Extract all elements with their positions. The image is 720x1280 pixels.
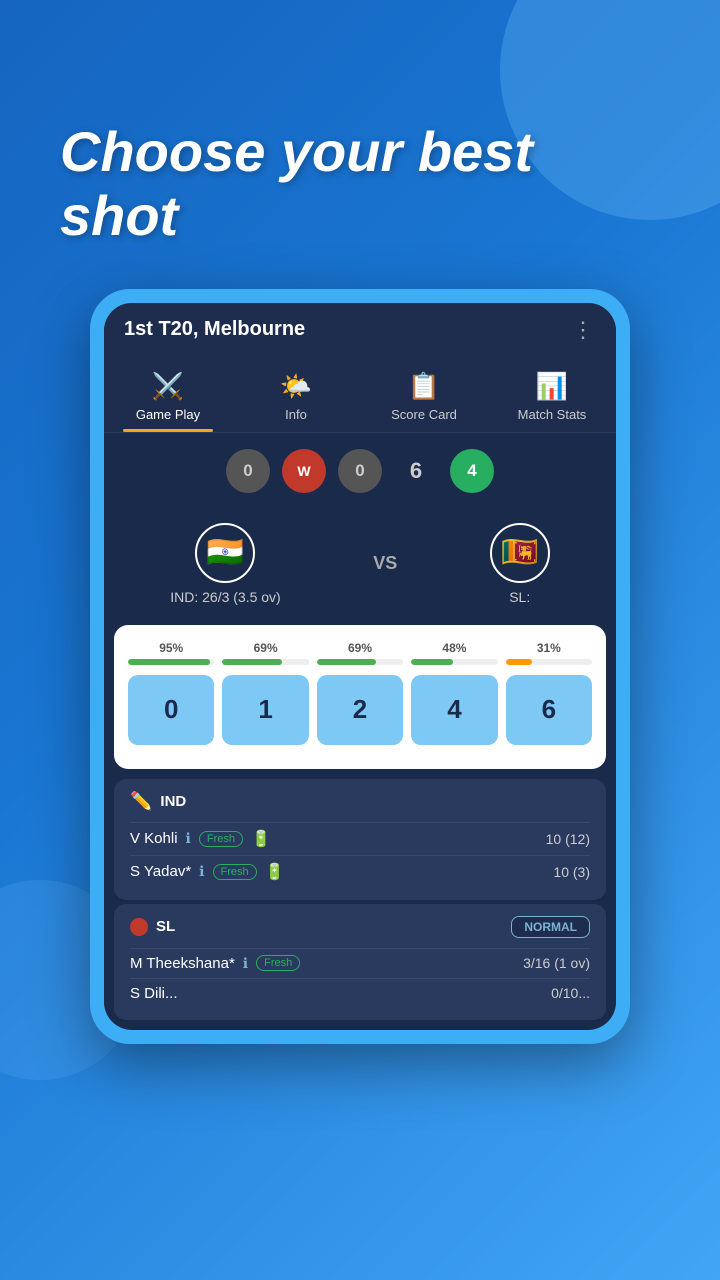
phone-shell: 1st T20, Melbourne ⋮ ⚔️ Game Play 🌤️ Inf… (90, 289, 630, 1044)
shot-btn-2[interactable]: 2 (317, 675, 403, 745)
ind-team-header: ✏️ IND (130, 791, 590, 812)
sl-header: SL NORMAL (130, 916, 590, 938)
nav-tabs: ⚔️ Game Play 🌤️ Info 📋 Score Card 📊 Matc… (104, 357, 616, 433)
kohli-info-icon: ℹ (186, 830, 191, 847)
vs-label: VS (373, 553, 397, 574)
ind-flag: 🇮🇳 (195, 523, 255, 583)
tab-gameplay[interactable]: ⚔️ Game Play (104, 357, 232, 432)
shot-bar-track-1 (222, 659, 308, 665)
yadav-info-icon: ℹ (199, 863, 204, 880)
sl-score: SL: (509, 589, 530, 605)
player-row-yadav: S Yadav* ℹ Fresh 🔋 10 (3) (130, 855, 590, 888)
shot-section: 95% 0 69% 1 69% (114, 625, 606, 769)
shot-col-2: 69% 2 (313, 641, 407, 745)
yadav-info: S Yadav* ℹ Fresh 🔋 (130, 862, 285, 882)
kohli-fresh-badge: Fresh (199, 831, 243, 847)
dili-score: 0/10... (551, 985, 590, 1001)
ball-0-first: 0 (226, 449, 270, 493)
yadav-battery-icon: 🔋 (265, 862, 285, 882)
tab-matchstats[interactable]: 📊 Match Stats (488, 357, 616, 432)
tab-gameplay-label: Game Play (136, 407, 200, 422)
ball-row: 0 W 0 6 4 (104, 433, 616, 509)
teams-section: 🇮🇳 IND: 26/3 (3.5 ov) VS 🇱🇰 SL: (104, 509, 616, 615)
theekshana-info: M Theekshana* ℹ Fresh (130, 955, 300, 972)
shot-btn-6[interactable]: 6 (506, 675, 592, 745)
player-row-theekshana: M Theekshana* ℹ Fresh 3/16 (1 ov) (130, 948, 590, 978)
yadav-name: S Yadav* (130, 863, 191, 880)
scorecard-icon: 📋 (408, 371, 440, 402)
shot-pct-6: 31% (537, 641, 561, 655)
tab-matchstats-label: Match Stats (518, 407, 587, 422)
match-header: 1st T20, Melbourne ⋮ (104, 303, 616, 357)
shot-btn-1[interactable]: 1 (222, 675, 308, 745)
dili-info: S Dili... (130, 985, 178, 1002)
theekshana-fresh-badge: Fresh (256, 955, 300, 971)
shot-bars: 95% 0 69% 1 69% (124, 641, 596, 745)
tab-info-label: Info (285, 407, 307, 422)
yadav-fresh-badge: Fresh (213, 864, 257, 880)
sl-dot-icon (130, 918, 148, 936)
gameplay-icon: ⚔️ (152, 371, 184, 402)
kohli-name: V Kohli (130, 830, 178, 847)
player-row-dili: S Dili... 0/10... (130, 978, 590, 1008)
player-row-kohli: V Kohli ℹ Fresh 🔋 10 (12) (130, 822, 590, 855)
shot-pct-1: 69% (254, 641, 278, 655)
theekshana-score: 3/16 (1 ov) (523, 955, 590, 971)
shot-bar-track-6 (506, 659, 592, 665)
shot-bar-fill-0 (128, 659, 210, 665)
ind-team-label: IND (160, 793, 186, 810)
matchstats-icon: 📊 (536, 371, 568, 402)
normal-badge[interactable]: NORMAL (511, 916, 590, 938)
shot-bar-fill-2 (317, 659, 377, 665)
shot-bar-fill-1 (222, 659, 282, 665)
kohli-score: 10 (12) (546, 831, 590, 847)
tab-info[interactable]: 🌤️ Info (232, 357, 360, 432)
phone-screen: 1st T20, Melbourne ⋮ ⚔️ Game Play 🌤️ Inf… (104, 303, 616, 1030)
ball-6: 6 (394, 449, 438, 493)
shot-col-1: 69% 1 (218, 641, 312, 745)
ball-W: W (282, 449, 326, 493)
sl-team-label: SL (156, 918, 175, 935)
theekshana-info-icon: ℹ (243, 955, 248, 972)
shot-btn-4[interactable]: 4 (411, 675, 497, 745)
sl-header-left: SL (130, 918, 175, 936)
yadav-score: 10 (3) (553, 864, 590, 880)
match-title: 1st T20, Melbourne (124, 318, 305, 341)
shot-col-0: 95% 0 (124, 641, 218, 745)
theekshana-name: M Theekshana* (130, 955, 235, 972)
shot-col-6: 31% 6 (502, 641, 596, 745)
shot-pct-0: 95% (159, 641, 183, 655)
ind-score: IND: 26/3 (3.5 ov) (170, 589, 281, 605)
shot-bar-track-2 (317, 659, 403, 665)
ball-0-second: 0 (338, 449, 382, 493)
dili-name: S Dili... (130, 985, 178, 1002)
more-icon[interactable]: ⋮ (572, 317, 596, 343)
shot-col-4: 48% 4 (407, 641, 501, 745)
shot-bar-track-0 (128, 659, 214, 665)
away-team: 🇱🇰 SL: (490, 523, 550, 605)
kohli-battery-icon: 🔋 (251, 829, 271, 849)
sl-player-section: SL NORMAL M Theekshana* ℹ Fresh 3/16 (1 … (114, 904, 606, 1020)
home-team: 🇮🇳 IND: 26/3 (3.5 ov) (170, 523, 281, 605)
shot-bar-fill-6 (506, 659, 533, 665)
shot-bar-track-4 (411, 659, 497, 665)
kohli-info: V Kohli ℹ Fresh 🔋 (130, 829, 271, 849)
shot-bar-fill-4 (411, 659, 452, 665)
ind-player-section: ✏️ IND V Kohli ℹ Fresh 🔋 10 (12) S Yadav… (114, 779, 606, 900)
pencil-icon: ✏️ (130, 791, 152, 812)
shot-btn-0[interactable]: 0 (128, 675, 214, 745)
ball-4: 4 (450, 449, 494, 493)
tab-scorecard-label: Score Card (391, 407, 457, 422)
tab-scorecard[interactable]: 📋 Score Card (360, 357, 488, 432)
shot-pct-2: 69% (348, 641, 372, 655)
hero-heading: Choose your best shot (0, 0, 720, 289)
info-icon: 🌤️ (280, 371, 312, 402)
sl-flag: 🇱🇰 (490, 523, 550, 583)
shot-pct-4: 48% (442, 641, 466, 655)
